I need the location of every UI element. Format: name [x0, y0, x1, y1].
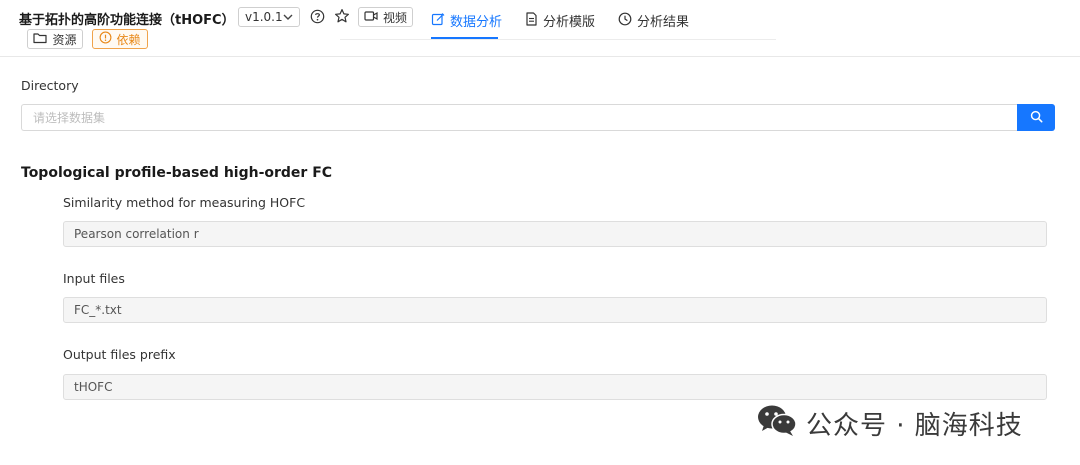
active-tab-indicator [431, 37, 498, 39]
watermark: 公众号 · 脑海科技 [756, 403, 1023, 444]
output-prefix-label: Output files prefix [63, 347, 176, 362]
directory-label: Directory [21, 78, 79, 93]
wechat-icon [756, 403, 798, 444]
directory-input[interactable] [21, 104, 1018, 131]
document-icon [525, 11, 538, 30]
search-icon [1030, 108, 1043, 127]
output-prefix-value: tHOFC [74, 380, 113, 394]
help-icon[interactable] [310, 9, 325, 28]
folder-icon [33, 32, 48, 47]
similarity-method-field[interactable]: Pearson correlation r [63, 221, 1047, 247]
tab-analysis-template[interactable]: 分析模版 [525, 11, 595, 30]
directory-search-button[interactable] [1017, 104, 1055, 131]
similarity-method-label: Similarity method for measuring HOFC [63, 195, 306, 210]
tab-label: 数据分析 [450, 15, 503, 30]
output-prefix-field[interactable]: tHOFC [63, 374, 1047, 400]
app-header: 基于拓扑的高阶功能连接（tHOFC） v1.0.1 视频 资源 依赖 数据分析 … [0, 0, 1080, 57]
similarity-method-value: Pearson correlation r [74, 227, 199, 241]
input-files-field[interactable]: FC_*.txt [63, 297, 1047, 323]
tab-label: 分析结果 [637, 15, 690, 30]
clock-icon [618, 12, 632, 30]
edit-icon [431, 12, 445, 30]
info-icon [99, 31, 112, 47]
tab-bar: 数据分析 分析模版 分析结果 [340, 0, 776, 40]
tab-analysis-results[interactable]: 分析结果 [618, 11, 689, 30]
watermark-text: 公众号 · 脑海科技 [806, 411, 1023, 441]
chevron-down-icon [282, 11, 294, 26]
input-files-value: FC_*.txt [74, 303, 122, 317]
dependencies-button[interactable]: 依赖 [92, 29, 148, 49]
dependencies-label: 依赖 [116, 32, 141, 47]
tab-label: 分析模版 [543, 15, 596, 30]
resources-button[interactable]: 资源 [27, 29, 83, 49]
input-files-label: Input files [63, 271, 125, 286]
resources-label: 资源 [52, 32, 77, 47]
version-select[interactable]: v1.0.1 [238, 7, 300, 27]
tab-data-analysis[interactable]: 数据分析 [431, 11, 502, 30]
section-title: Topological profile-based high-order FC [21, 165, 333, 181]
app-title: 基于拓扑的高阶功能连接（tHOFC） [19, 13, 235, 28]
version-value: v1.0.1 [245, 10, 283, 24]
